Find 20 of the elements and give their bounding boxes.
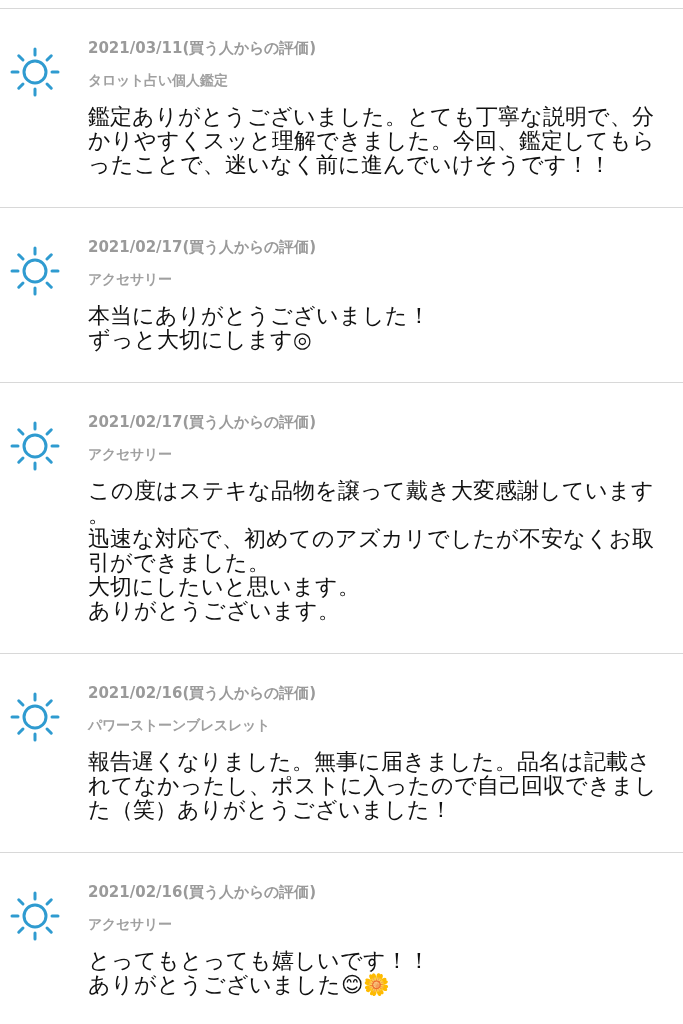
item-name: アクセサリー xyxy=(88,445,172,464)
review-date: 2021/02/17(買う人からの評価) xyxy=(88,412,317,433)
review-date: 2021/02/16(買う人からの評価) xyxy=(88,882,317,903)
sun-icon xyxy=(10,891,60,941)
review-text: 報告遅くなりました。無事に届きました。品名は記載さ れてなかったし、ポストに入ったので自己回収できまし た（笑）ありがとうございました！ xyxy=(88,750,657,822)
item-name: パワーストーンブレスレット xyxy=(88,716,270,735)
review-text: 鑑定ありがとうございました。とても丁寧な説明で、分 かりやすくスッと理解できました。今回、鑑定してもら ったことで、迷いなく前に進んでいけそうです！！ xyxy=(88,105,655,177)
sun-icon xyxy=(10,47,60,97)
review-date: 2021/03/11(買う人からの評価) xyxy=(88,38,317,59)
review-text: 本当にありがとうございました！ ずっと大切にします◎ xyxy=(88,304,430,352)
sun-icon xyxy=(10,692,60,742)
item-name: タロット占い個人鑑定 xyxy=(88,71,228,90)
sun-icon xyxy=(10,246,60,296)
review-date: 2021/02/16(買う人からの評価) xyxy=(88,683,317,704)
review-text: この度はステキな品物を譲って戴き大変感謝しています 。 迅速な対応で、初めてのアズカリでしたが不安なくお取 引ができました。 大切にしたいと思います。 ありがとうございます。 xyxy=(88,479,654,623)
review-date: 2021/02/17(買う人からの評価) xyxy=(88,237,317,258)
item-name: アクセサリー xyxy=(88,270,172,289)
sun-icon xyxy=(10,421,60,471)
review-text: とってもとっても嬉しいです！！ ありがとうございました😊🌼 xyxy=(88,949,430,997)
item-name: アクセサリー xyxy=(88,915,172,934)
